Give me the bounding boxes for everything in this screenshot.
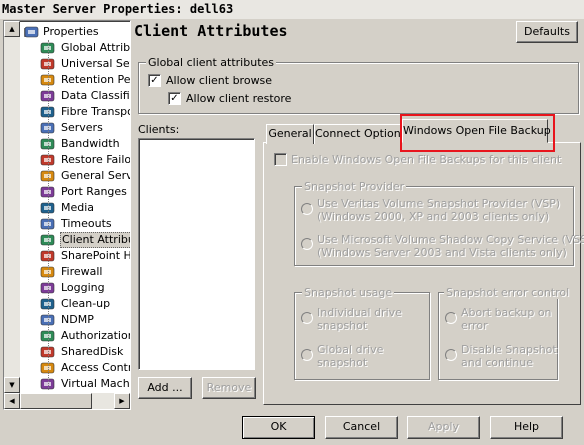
tree-item[interactable]: Data Classifica bbox=[4, 88, 130, 104]
allow-browse-label: Allow client browse bbox=[166, 74, 273, 87]
tree-item[interactable]: Servers bbox=[4, 120, 130, 136]
tree-item[interactable]: Client Attribute bbox=[4, 232, 130, 248]
tree-item[interactable]: General Server bbox=[4, 168, 130, 184]
tree-item[interactable]: Authorization bbox=[4, 328, 130, 344]
ok-button[interactable]: OK bbox=[242, 416, 315, 439]
tree-horizontal-scrollbar[interactable]: ◀ ▶ bbox=[4, 393, 130, 409]
abort-backup-radio[interactable] bbox=[445, 312, 457, 324]
tree-item-label: Logging bbox=[61, 281, 105, 294]
tree-item-label: Access Contro bbox=[61, 361, 130, 374]
tree-item[interactable]: Universal Setti bbox=[4, 56, 130, 72]
tree-item[interactable]: Port Ranges bbox=[4, 184, 130, 200]
tree-connector-line bbox=[48, 40, 49, 390]
tree-item[interactable]: NDMP bbox=[4, 312, 130, 328]
tree-item-label: Media bbox=[61, 201, 95, 214]
tree-item-label: Virtual Machine bbox=[61, 377, 130, 390]
tree-item-label: Bandwidth bbox=[61, 137, 120, 150]
vss-label-2: (Windows Server 2003 and Vista clients o… bbox=[317, 246, 567, 259]
tree-item[interactable]: Fibre Transpor bbox=[4, 104, 130, 120]
snapshot-usage-title: Snapshot usage bbox=[302, 286, 395, 299]
disable-snapshot-radio[interactable] bbox=[445, 349, 457, 361]
tree-item[interactable]: Logging bbox=[4, 280, 130, 296]
scroll-right-icon[interactable]: ▶ bbox=[114, 393, 130, 409]
vss-radio[interactable] bbox=[301, 238, 313, 250]
scroll-down-icon[interactable]: ▼ bbox=[4, 377, 20, 393]
allow-browse-checkbox[interactable]: ✓ bbox=[148, 74, 161, 87]
tree-item-label: Servers bbox=[61, 121, 103, 134]
tree-item[interactable]: Firewall bbox=[4, 264, 130, 280]
defaults-button[interactable]: Defaults bbox=[516, 21, 578, 43]
disable-snapshot-label-2: and continue bbox=[461, 356, 534, 369]
remove-client-button[interactable]: Remove bbox=[202, 377, 256, 399]
vsp-label-2: (Windows 2000, XP and 2003 clients only) bbox=[317, 210, 550, 223]
global-attributes-title: Global client attributes bbox=[146, 56, 277, 69]
add-client-button[interactable]: Add ... bbox=[138, 377, 192, 399]
individual-drive-label-2: snapshot bbox=[317, 319, 368, 332]
clients-label: Clients: bbox=[138, 123, 180, 136]
tree-item-label: Timeouts bbox=[61, 217, 112, 230]
snapshot-error-title: Snapshot error control bbox=[444, 286, 572, 299]
tree-item-label: Properties bbox=[43, 25, 99, 38]
scroll-up-icon[interactable]: ▲ bbox=[4, 21, 20, 37]
tree-item[interactable]: Media bbox=[4, 200, 130, 216]
allow-restore-label: Allow client restore bbox=[186, 92, 292, 105]
page-title: Client Attributes bbox=[134, 22, 288, 40]
tree-item-label: SharedDisk bbox=[61, 345, 124, 358]
tree-item[interactable]: Clean-up bbox=[4, 296, 130, 312]
snapshot-provider-title: Snapshot Provider bbox=[302, 180, 407, 193]
tree-item-label: Data Classifica bbox=[61, 89, 130, 102]
individual-drive-radio[interactable] bbox=[301, 312, 313, 324]
tree-item-label: Clean-up bbox=[61, 297, 111, 310]
tree-item[interactable]: Timeouts bbox=[4, 216, 130, 232]
tree-item[interactable]: Retention Peric bbox=[4, 72, 130, 88]
tree-item-label: Restore Failov bbox=[61, 153, 131, 166]
global-drive-label-2: snapshot bbox=[317, 356, 368, 369]
abort-backup-label-2: error bbox=[461, 319, 488, 332]
tree-item-label: NDMP bbox=[61, 313, 94, 326]
allow-restore-checkbox[interactable]: ✓ bbox=[168, 92, 181, 105]
help-button[interactable]: Help bbox=[490, 416, 563, 439]
tree-item[interactable]: Access Contro bbox=[4, 360, 130, 376]
tree-vertical-scrollbar[interactable]: ▲ ▼ bbox=[4, 21, 20, 393]
vsp-radio[interactable] bbox=[301, 203, 313, 215]
enable-wofb-checkbox[interactable] bbox=[274, 153, 287, 166]
tree-item-label: Universal Setti bbox=[61, 57, 130, 70]
tree-item-label: Firewall bbox=[61, 265, 103, 278]
tree-item-label: General Server bbox=[61, 169, 130, 182]
tree-item-label: Global Attribut bbox=[61, 41, 131, 54]
tree-item-label: SharePoint Hos bbox=[61, 249, 131, 262]
highlight-box bbox=[400, 114, 555, 152]
scroll-left-icon[interactable]: ◀ bbox=[4, 393, 20, 409]
tree-item[interactable]: Global Attribut bbox=[4, 40, 130, 56]
tree-item[interactable]: SharedDisk bbox=[4, 344, 130, 360]
tree-item-label: Retention Peric bbox=[61, 73, 131, 86]
tree-item-label: Fibre Transpor bbox=[61, 105, 131, 118]
apply-button[interactable]: Apply bbox=[407, 416, 480, 439]
window-title: Master Server Properties: dell63 bbox=[0, 0, 584, 19]
tree-item[interactable]: Restore Failov bbox=[4, 152, 130, 168]
properties-tree[interactable]: −PropertiesGlobal Attribut Universal Sett… bbox=[3, 20, 131, 410]
tree-item[interactable]: SharePoint Hos bbox=[4, 248, 130, 264]
scroll-thumb[interactable] bbox=[20, 393, 92, 409]
tree-item[interactable]: Virtual Machine bbox=[4, 376, 130, 392]
tree-item-label: Client Attribute bbox=[60, 232, 130, 248]
tree-item[interactable]: Bandwidth bbox=[4, 136, 130, 152]
tree-item-label: Port Ranges bbox=[61, 185, 127, 198]
tab-general[interactable]: General bbox=[266, 124, 314, 144]
tab-connect-options[interactable]: Connect Options bbox=[314, 124, 406, 144]
properties-icon bbox=[24, 25, 40, 39]
global-drive-radio[interactable] bbox=[301, 349, 313, 361]
enable-wofb-label: Enable Windows Open File Backups for thi… bbox=[291, 153, 562, 166]
tree-root-properties[interactable]: −Properties bbox=[4, 24, 130, 40]
global-attributes-group bbox=[138, 62, 579, 114]
cancel-button[interactable]: Cancel bbox=[325, 416, 398, 439]
tree-item-label: Authorization bbox=[61, 329, 131, 342]
clients-list[interactable] bbox=[138, 138, 255, 370]
